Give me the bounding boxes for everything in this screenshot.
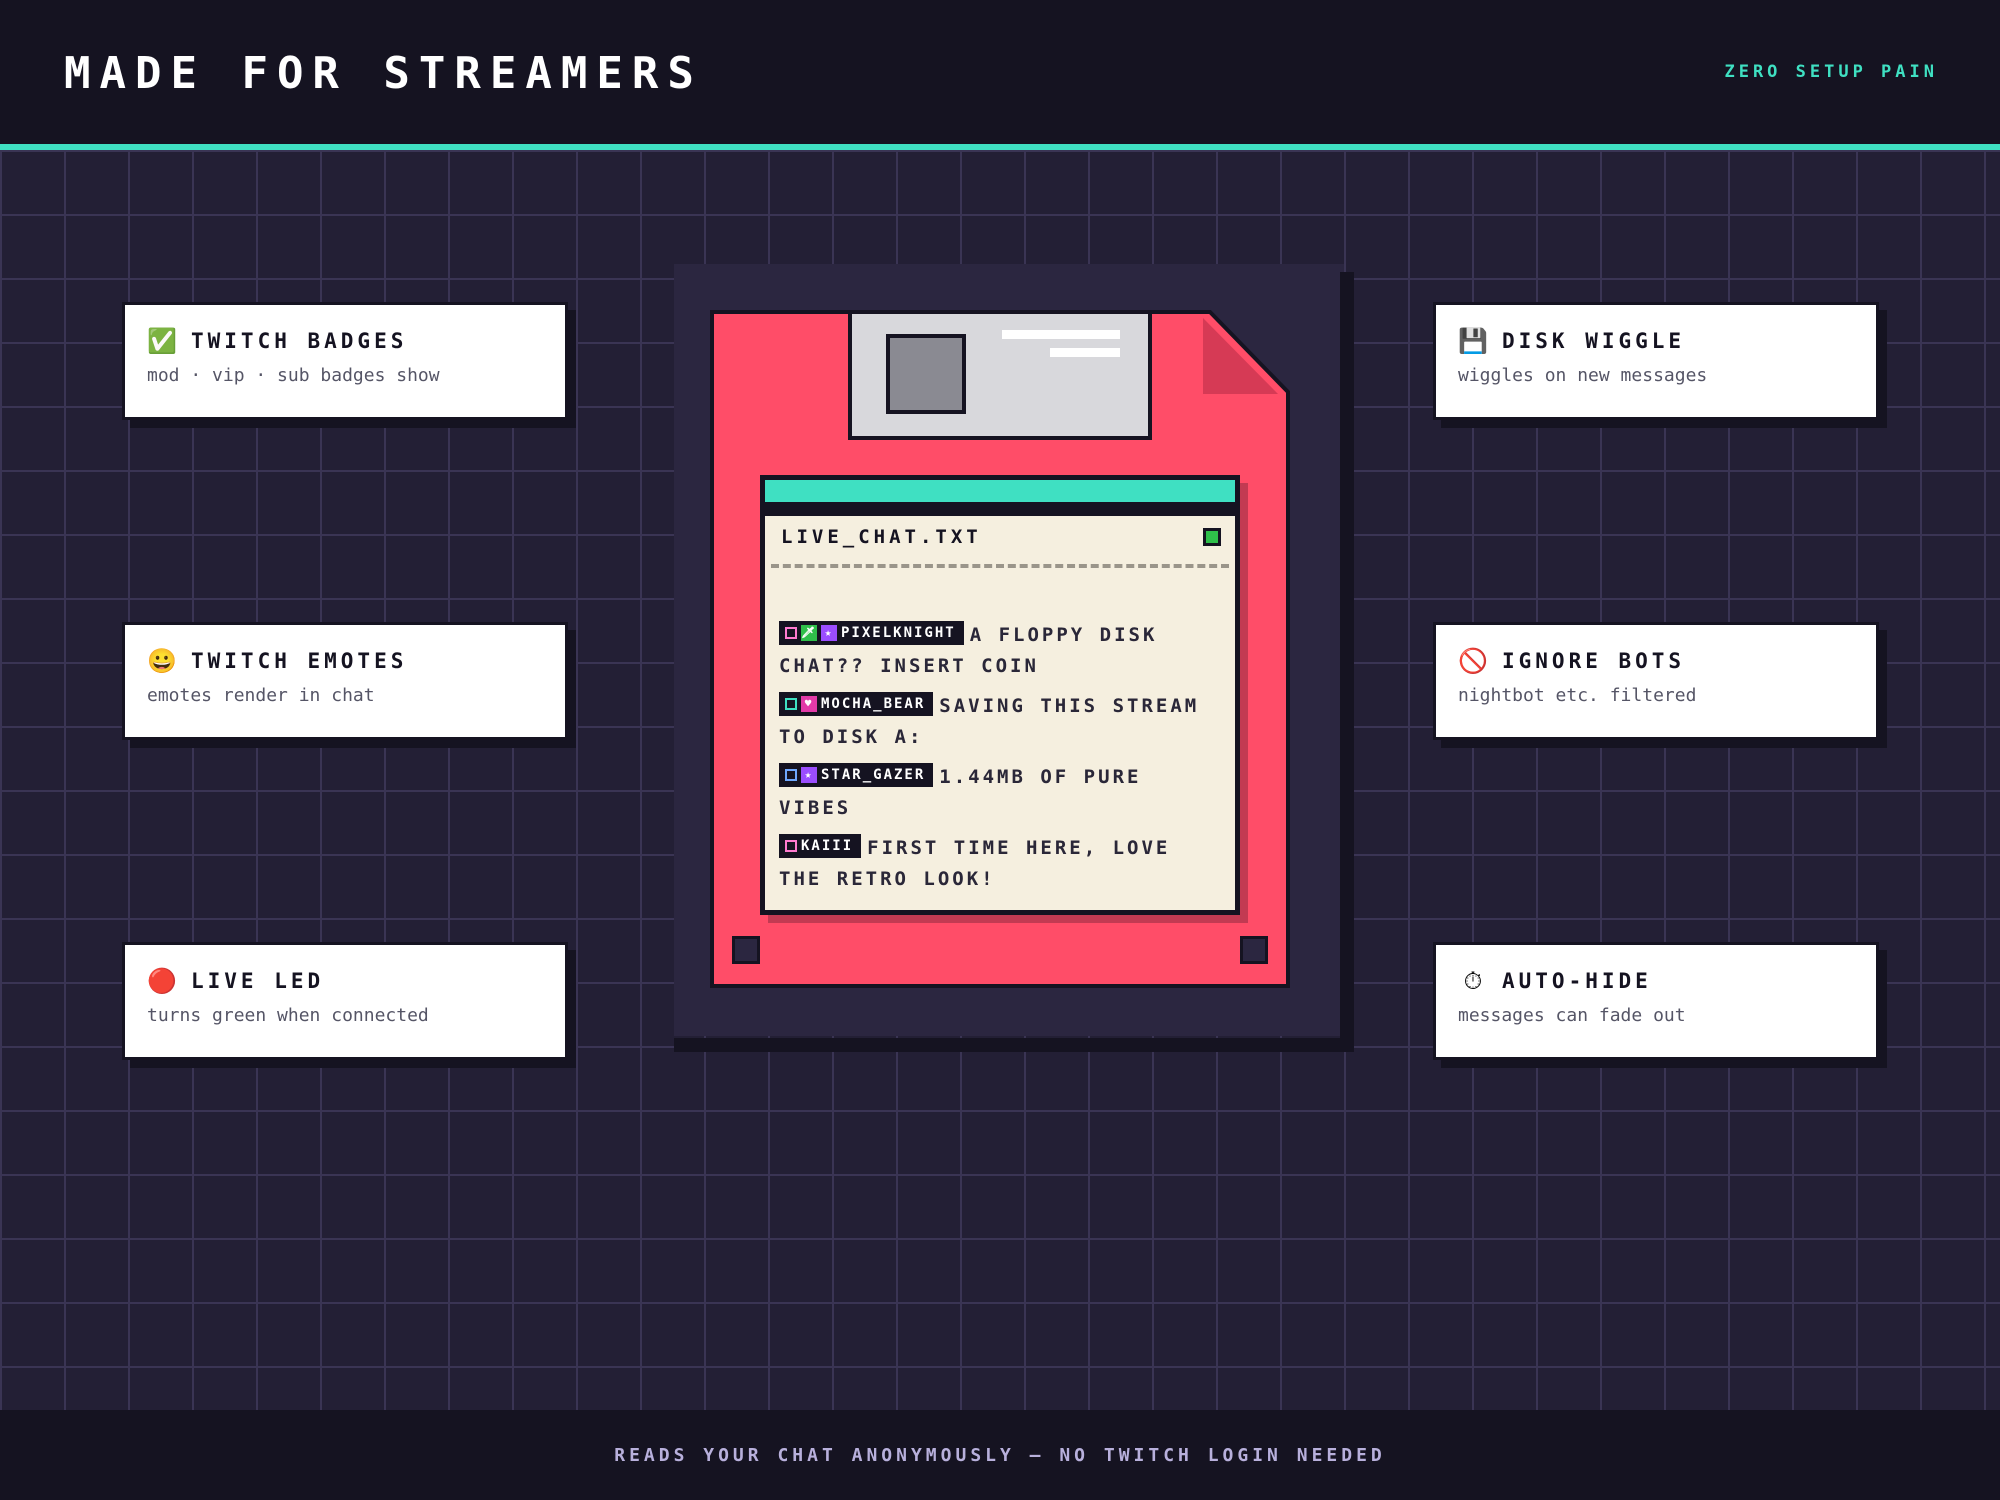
divider [771,564,1229,568]
feature-card-disk-wiggle: 💾 DISK WIGGLE wiggles on new messages [1433,302,1879,420]
feature-description: nightbot etc. filtered [1458,685,1697,706]
feature-title: TWITCH BADGES [191,329,408,353]
feature-description: emotes render in chat [147,685,375,706]
label-stripe [765,502,1235,516]
prohibited-icon: 🚫 [1458,647,1488,675]
user-tag: ★ STAR_GAZER [779,763,934,787]
feature-description: turns green when connected [147,1005,429,1026]
feature-description: mod · vip · sub badges show [147,365,440,386]
floppy-disk: LIVE_CHAT.TXT 🗡 ★ PIXELKNIGHT A FLOPPY D… [710,310,1290,988]
square-badge-icon [785,627,797,639]
feature-title: AUTO-HIDE [1502,969,1652,993]
chat-username: KAIII [801,837,854,854]
feature-description: wiggles on new messages [1458,365,1708,386]
smiley-icon: 😀 [147,647,177,675]
vip-heart-icon: ♥ [801,696,817,712]
live-led-indicator [1203,528,1221,546]
density-hole [1240,936,1268,964]
stopwatch-icon: ⏱ [1463,967,1483,995]
footer-text: READS YOUR CHAT ANONYMOUSLY — NO TWITCH … [614,1445,1386,1466]
chat-username: MOCHA_BEAR [821,695,926,712]
chat-title: LIVE_CHAT.TXT [781,526,982,548]
feature-card-twitch-emotes: 😀 TWITCH EMOTES emotes render in chat [122,622,568,740]
feature-card-auto-hide: ⏱ AUTO-HIDE messages can fade out [1433,942,1879,1060]
panel-shadow [1340,272,1354,1052]
chat-messages: 🗡 ★ PIXELKNIGHT A FLOPPY DISK CHAT?? INS… [779,620,1227,904]
subscriber-star-icon: ★ [821,625,837,641]
subscriber-star-icon: ★ [801,767,817,783]
panel-shadow [674,1038,1354,1052]
square-badge-icon [785,698,797,710]
write-protect-hole [732,936,760,964]
feature-title: DISK WIGGLE [1502,329,1686,353]
floppy-disk-icon: 💾 [1458,327,1488,355]
chat-message: ★ STAR_GAZER 1.44MB OF PURE VIBES [779,762,1227,824]
red-circle-icon: 🔴 [147,967,177,995]
feature-description: messages can fade out [1458,1005,1686,1026]
header-tagline: ZERO SETUP PAIN [1724,62,1938,82]
user-tag: 🗡 ★ PIXELKNIGHT [779,621,964,645]
square-badge-icon [785,840,797,852]
feature-title: TWITCH EMOTES [191,649,408,673]
chat-username: STAR_GAZER [821,766,926,783]
feature-card-twitch-badges: ✅ TWITCH BADGES mod · vip · sub badges s… [122,302,568,420]
chat-message: 🗡 ★ PIXELKNIGHT A FLOPPY DISK CHAT?? INS… [779,620,1227,682]
page-title: MADE FOR STREAMERS [64,48,703,99]
feature-title: IGNORE BOTS [1502,649,1686,673]
feature-card-live-led: 🔴 LIVE LED turns green when connected [122,942,568,1060]
check-icon: ✅ [147,327,177,355]
chat-message: ♥ MOCHA_BEAR SAVING THIS STREAM TO DISK … [779,691,1227,753]
moderator-badge-icon: 🗡 [801,625,817,641]
feature-title: LIVE LED [191,969,325,993]
square-badge-icon [785,769,797,781]
chat-username: PIXELKNIGHT [841,624,956,641]
user-tag: ♥ MOCHA_BEAR [779,692,934,716]
chat-message: KAIII FIRST TIME HERE, LOVE THE RETRO LO… [779,833,1227,895]
label-stripe [765,480,1235,502]
feature-card-ignore-bots: 🚫 IGNORE BOTS nightbot etc. filtered [1433,622,1879,740]
chat-window: LIVE_CHAT.TXT 🗡 ★ PIXELKNIGHT A FLOPPY D… [760,475,1240,915]
user-tag: KAIII [779,834,862,858]
